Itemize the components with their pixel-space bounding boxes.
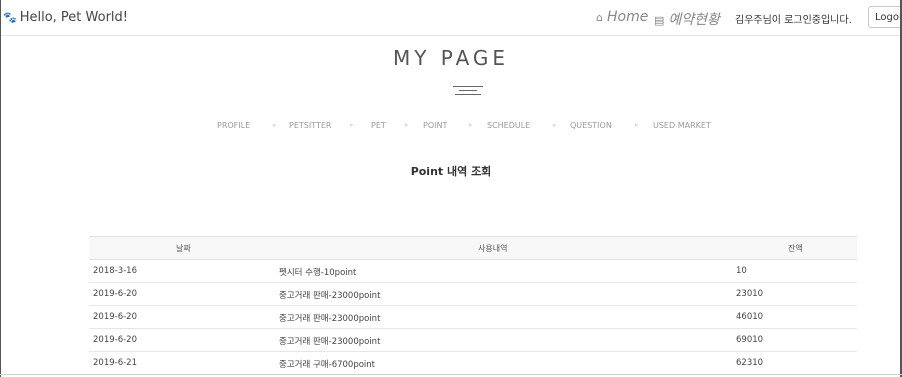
subnav-profile[interactable]: PROFILE — [217, 121, 250, 130]
table-row: 2019-6-20 중고거래 판매-23000point 23010 — [89, 283, 857, 306]
table-row: 2019-6-20 중고거래 판매-23000point 46010 — [89, 306, 857, 329]
cell-description: 중고거래 판매-23000point — [279, 314, 381, 324]
brand-link[interactable]: 🐾 Hello, Pet World! — [3, 10, 128, 25]
header-balance: 잔액 — [788, 244, 803, 253]
cell-description: 펫시터 수행-10point — [279, 268, 357, 278]
cell-balance: 10 — [736, 266, 747, 276]
cell-date: 2019-6-21 — [93, 358, 137, 368]
nav-home-link[interactable]: ⌂ Home — [596, 9, 648, 25]
logout-button[interactable]: Logout — [868, 6, 902, 28]
nav-home-label: Home — [606, 9, 649, 25]
cell-date: 2019-6-20 — [93, 335, 137, 345]
cell-description: 중고거래 판매-23000point — [279, 337, 381, 347]
paw-icon: 🐾 — [3, 11, 17, 24]
subnav-pet[interactable]: PET — [371, 121, 386, 130]
point-history-table: 날짜 사용내역 잔액 2018-3-16 펫시터 수행-10point 10 2… — [89, 236, 857, 375]
brand-label: Hello, Pet World! — [19, 10, 128, 25]
table-row: 2018-3-16 펫시터 수행-10point 10 — [89, 260, 857, 283]
nav-reservation-label: 예약현황 — [668, 12, 720, 28]
cell-balance: 69010 — [736, 335, 764, 345]
table-row: 2019-6-20 중고거래 판매-23000point 69010 — [89, 329, 857, 352]
cell-balance: 62310 — [736, 358, 764, 368]
home-icon: ⌂ — [596, 11, 603, 24]
window-border-bottom — [0, 374, 902, 375]
table-header: 날짜 사용내역 잔액 — [89, 236, 857, 260]
top-navbar: 🐾 Hello, Pet World! ⌂ Home ▤ 예약현황 김우주님이 로그인… — [1, 0, 902, 36]
subnav-point[interactable]: POINT — [423, 121, 447, 130]
page-title: MY PAGE — [392, 46, 510, 70]
login-status-text: 김우주님이 로그인중입니다. — [735, 15, 852, 26]
cell-balance: 46010 — [736, 312, 764, 322]
mypage-subnav: PROFILE ▸ PETSITTER ▸ PET ▸ POINT ▸ SCHE… — [217, 121, 711, 130]
nav-reservation-link[interactable]: ▤ 예약현황 — [654, 9, 720, 29]
section-title: Point 내역 조회 — [410, 165, 492, 178]
table-row: 2019-6-21 중고거래 구매-6700point 62310 — [89, 352, 857, 375]
cell-description: 중고거래 판매-23000point — [279, 291, 381, 301]
divider-icon — [453, 82, 483, 96]
header-description: 사용내역 — [478, 244, 508, 253]
calendar-icon: ▤ — [654, 14, 665, 27]
cell-date: 2019-6-20 — [93, 289, 137, 299]
cell-description: 중고거래 구매-6700point — [279, 360, 375, 370]
cell-date: 2019-6-20 — [93, 312, 137, 322]
subnav-schedule[interactable]: SCHEDULE — [487, 121, 530, 130]
subnav-question[interactable]: QUESTION — [570, 121, 612, 130]
header-date: 날짜 — [176, 244, 191, 253]
subnav-petsitter[interactable]: PETSITTER — [289, 121, 331, 130]
cell-date: 2018-3-16 — [93, 266, 137, 276]
subnav-used-market[interactable]: USED MARKET — [653, 121, 711, 130]
cell-balance: 23010 — [736, 289, 764, 299]
